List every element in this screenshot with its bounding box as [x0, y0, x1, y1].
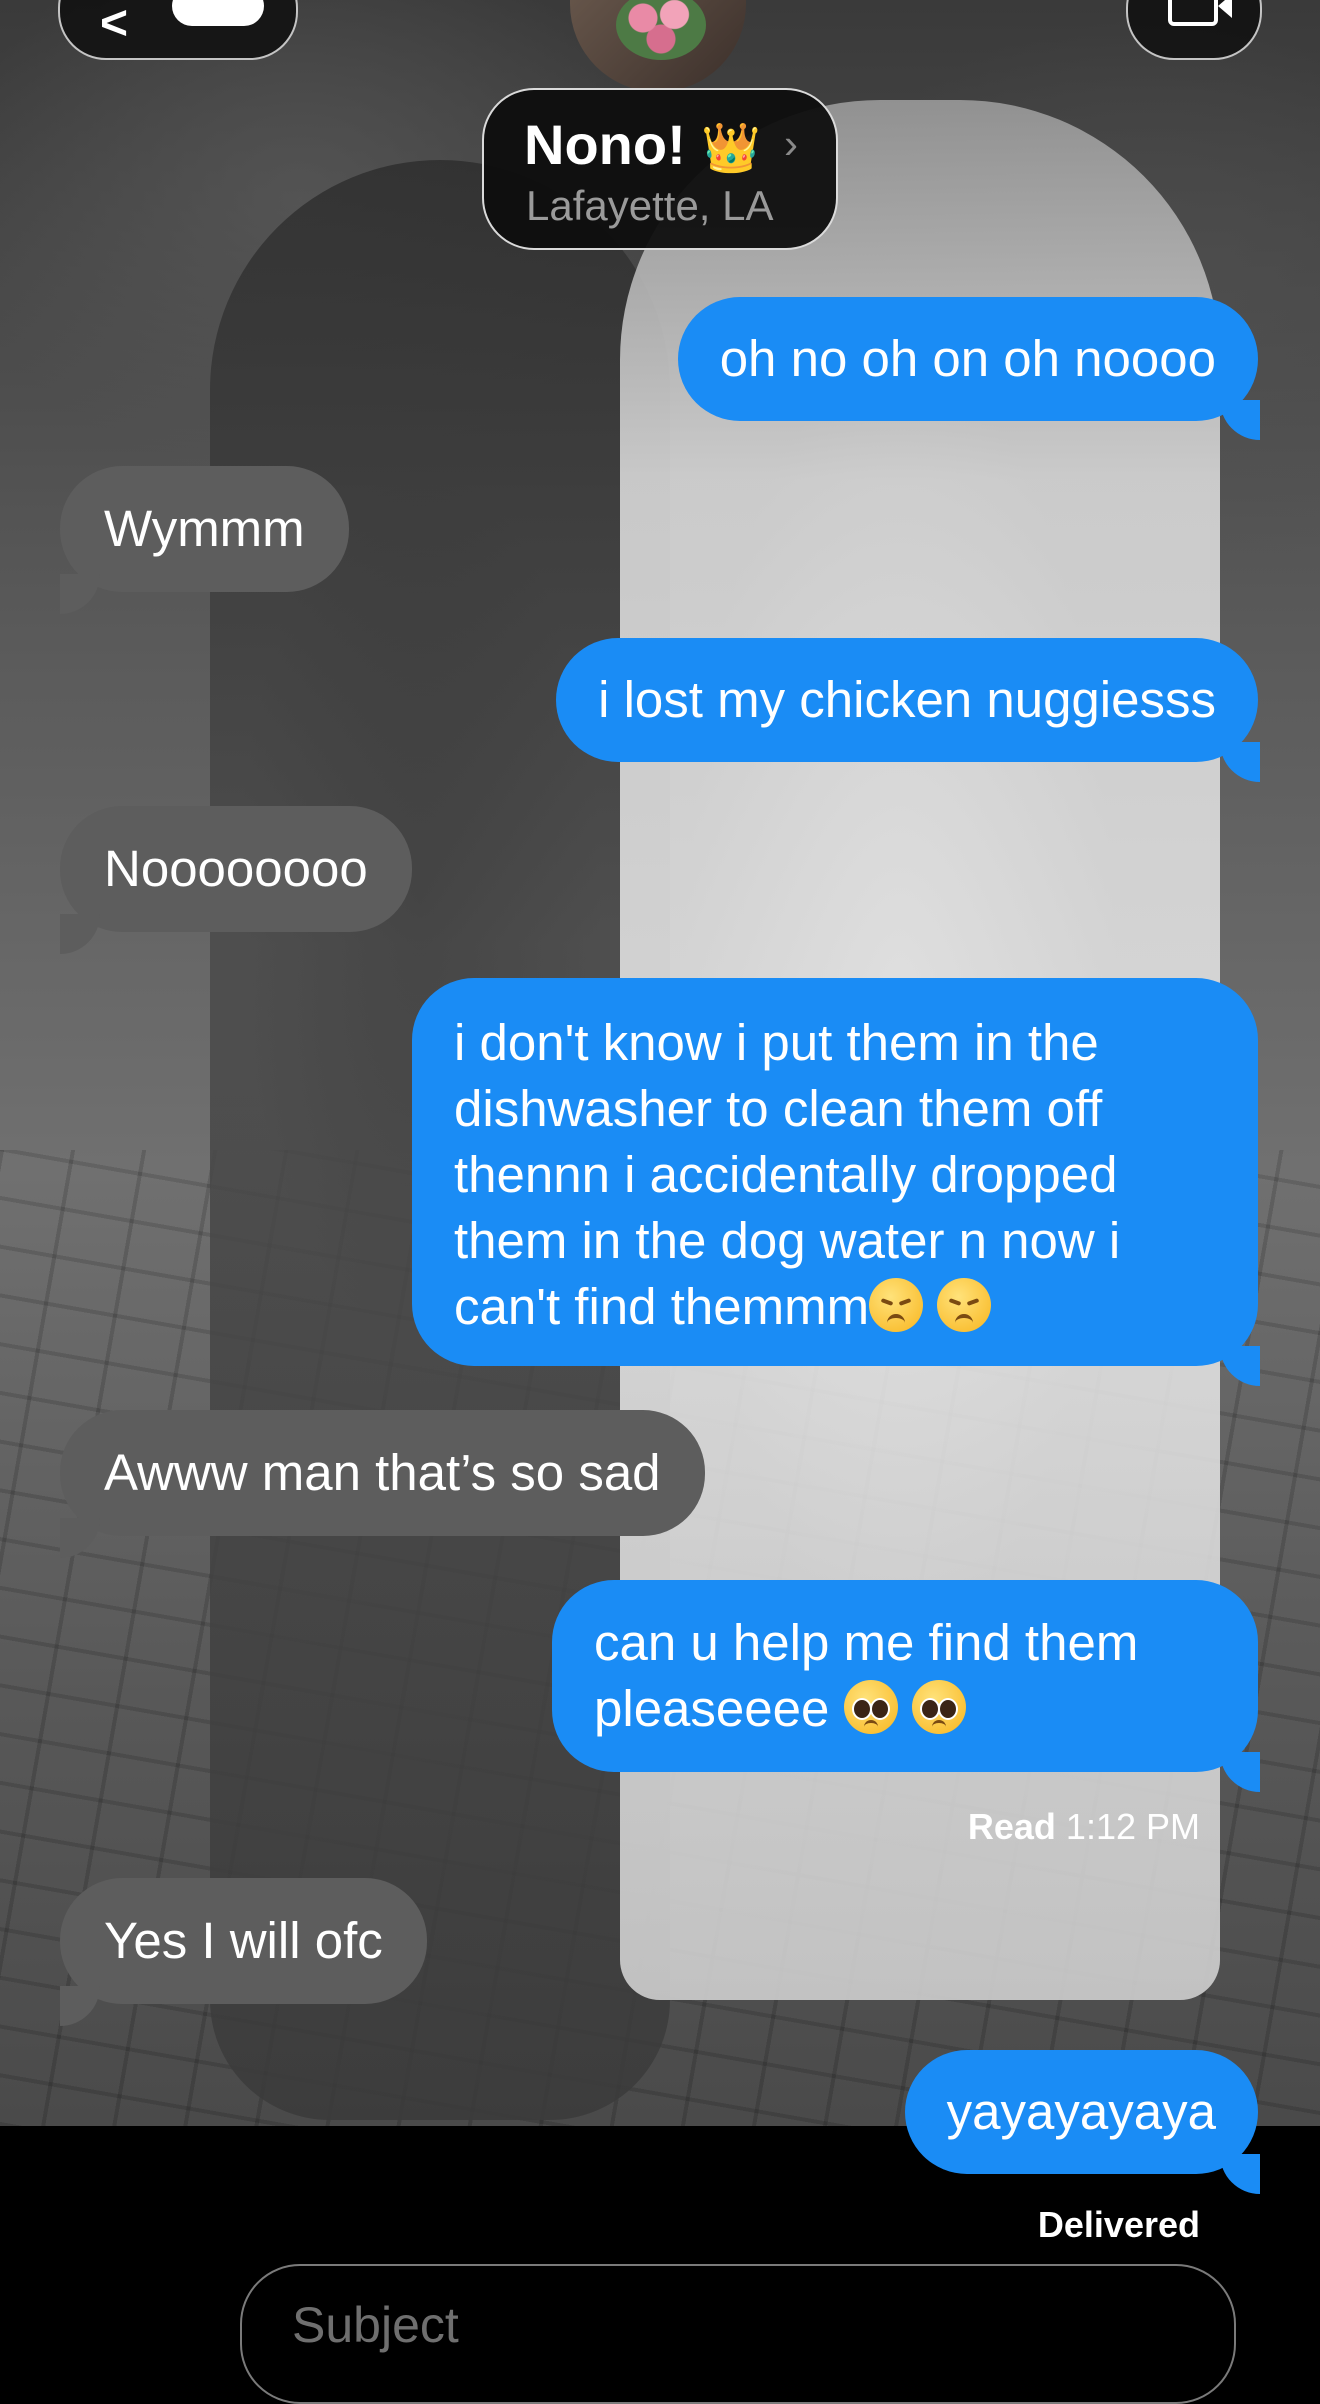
subject-field[interactable]	[240, 2264, 1236, 2404]
back-button[interactable]: <	[58, 0, 298, 60]
message-bubble-incoming[interactable]: Wymmm	[60, 466, 349, 592]
subject-input[interactable]	[290, 2294, 1174, 2356]
message-text: thennn i accidentally dropped	[454, 1146, 1118, 1203]
message-text: Noooooooo	[104, 840, 368, 897]
contact-header[interactable]: Nono! 👑 › Lafayette, LA	[482, 88, 838, 250]
message-text: Wymmm	[104, 500, 305, 557]
message-bubble-incoming[interactable]: Awww man that’s so sad	[60, 1410, 705, 1536]
message-text: Yes I will ofc	[104, 1912, 383, 1969]
message-text: i don't know i put them in the	[454, 1014, 1099, 1071]
video-call-button[interactable]	[1126, 0, 1262, 60]
message-text: can u help me find them	[594, 1614, 1139, 1671]
message-text: pleaseeee	[594, 1680, 830, 1737]
message-text: oh no oh on oh noooo	[719, 330, 1216, 387]
message-text: i lost my chicken nuggiesss	[598, 671, 1216, 728]
chevron-right-icon: ›	[784, 120, 798, 167]
delivered-status: Delivered	[1037, 2204, 1200, 2245]
message-bubble-incoming[interactable]: Noooooooo	[60, 806, 412, 932]
message-text: dishwasher to clean them off	[454, 1080, 1103, 1137]
unread-count-badge	[172, 0, 264, 26]
message-text: yayayayaya	[946, 2083, 1216, 2140]
message-bubble-outgoing[interactable]: i don't know i put them in the dishwashe…	[412, 978, 1258, 1366]
read-receipt: Read 1:12 PM	[967, 1806, 1200, 1847]
message-bubble-outgoing[interactable]: yayayayaya	[904, 2050, 1258, 2174]
message-bubble-outgoing[interactable]: oh no oh on oh noooo	[677, 297, 1258, 421]
message-text: can't find themmm	[454, 1278, 870, 1335]
disappointed-face-icon	[869, 1278, 924, 1332]
message-text: them in the dog water n now i	[454, 1212, 1121, 1269]
contact-name: Nono! 👑	[524, 113, 762, 176]
contact-location: Lafayette, LA	[526, 182, 774, 229]
disappointed-face-icon	[937, 1278, 992, 1332]
message-text: Awww man that’s so sad	[104, 1444, 661, 1501]
video-camera-icon	[1168, 0, 1218, 26]
pleading-face-icon	[843, 1680, 898, 1734]
back-chevron-icon: <	[100, 0, 129, 50]
pleading-face-icon	[911, 1680, 966, 1734]
message-bubble-outgoing[interactable]: can u help me find them pleaseeee	[552, 1580, 1258, 1772]
message-bubble-incoming[interactable]: Yes I will ofc	[60, 1878, 427, 2004]
message-bubble-outgoing[interactable]: i lost my chicken nuggiesss	[556, 638, 1258, 762]
